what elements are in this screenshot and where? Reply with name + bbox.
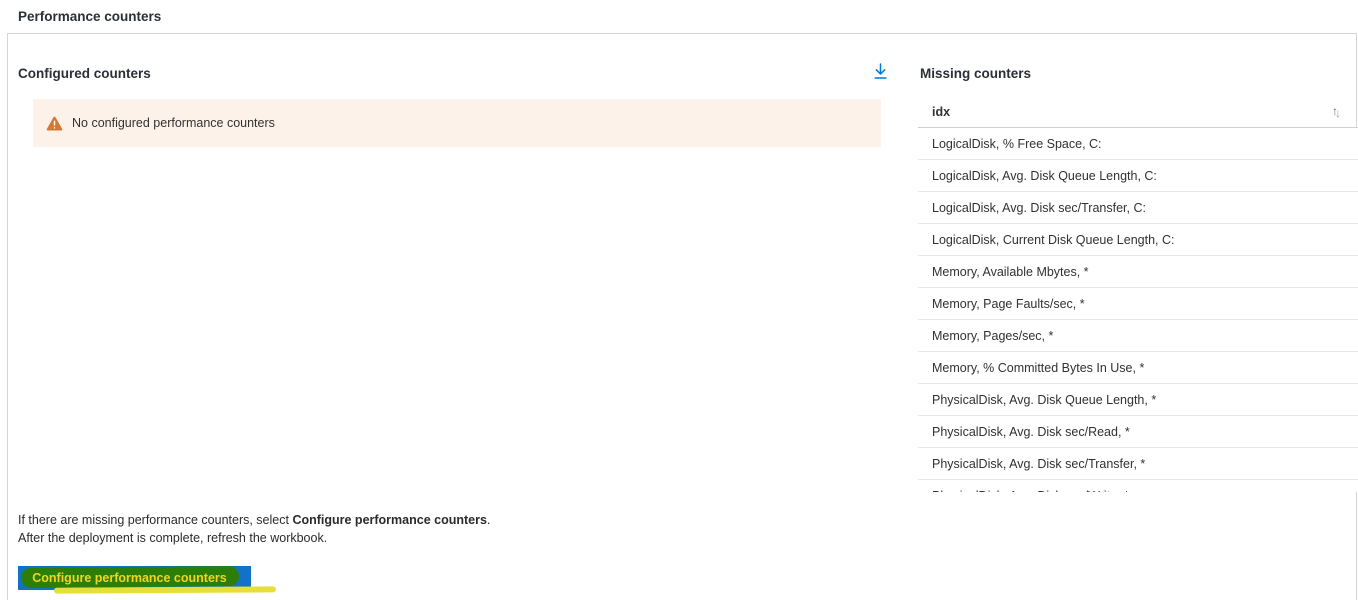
instruction-line-2: After the deployment is complete, refres…	[18, 530, 328, 545]
table-row[interactable]: Memory, Page Faults/sec, *	[918, 288, 1358, 320]
table-row[interactable]: LogicalDisk, Current Disk Queue Length, …	[918, 224, 1358, 256]
sort-down-arrow: ↓	[1335, 106, 1341, 120]
configured-counters-heading: Configured counters	[18, 66, 151, 81]
table-row[interactable]: Memory, Available Mbytes, *	[918, 256, 1358, 288]
missing-counters-table: idx ↑↓ LogicalDisk, % Free Space, C: Logi…	[918, 96, 1358, 492]
idx-column-header[interactable]: idx ↑↓	[918, 96, 1358, 128]
table-row[interactable]: PhysicalDisk, Avg. Disk sec/Read, *	[918, 416, 1358, 448]
table-row[interactable]: LogicalDisk, Avg. Disk Queue Length, C:	[918, 160, 1358, 192]
instruction-line-1: If there are missing performance counter…	[18, 513, 491, 527]
download-icon[interactable]	[868, 60, 892, 84]
table-row[interactable]: Memory, Pages/sec, *	[918, 320, 1358, 352]
table-row[interactable]: PhysicalDisk, Avg. Disk sec/Transfer, *	[918, 448, 1358, 480]
configure-performance-counters-button[interactable]: Configure performance counters	[18, 566, 277, 594]
warning-icon	[46, 116, 63, 130]
warning-message: No configured performance counters	[72, 116, 275, 130]
configure-button-label: Configure performance counters	[32, 571, 227, 585]
table-row[interactable]: LogicalDisk, Avg. Disk sec/Transfer, C:	[918, 192, 1358, 224]
download-arrow-glyph	[873, 62, 887, 79]
table-row[interactable]: PhysicalDisk, Avg. Disk sec/Write, *	[918, 480, 1358, 492]
table-row[interactable]: PhysicalDisk, Avg. Disk Queue Length, *	[918, 384, 1358, 416]
instructions-text: If there are missing performance counter…	[18, 512, 490, 547]
table-row[interactable]: Memory, % Committed Bytes In Use, *	[918, 352, 1358, 384]
page-title: Performance counters	[18, 9, 162, 24]
idx-column-label: idx	[932, 104, 951, 119]
instruction-bold-segment: Configure performance counters	[292, 513, 487, 527]
missing-counters-rows: LogicalDisk, % Free Space, C: LogicalDisk…	[918, 128, 1358, 492]
sort-icon[interactable]: ↑↓	[1332, 104, 1344, 120]
warning-banner: No configured performance counters	[33, 99, 881, 147]
missing-counters-heading: Missing counters	[920, 66, 1032, 81]
table-row[interactable]: LogicalDisk, % Free Space, C:	[918, 128, 1358, 160]
